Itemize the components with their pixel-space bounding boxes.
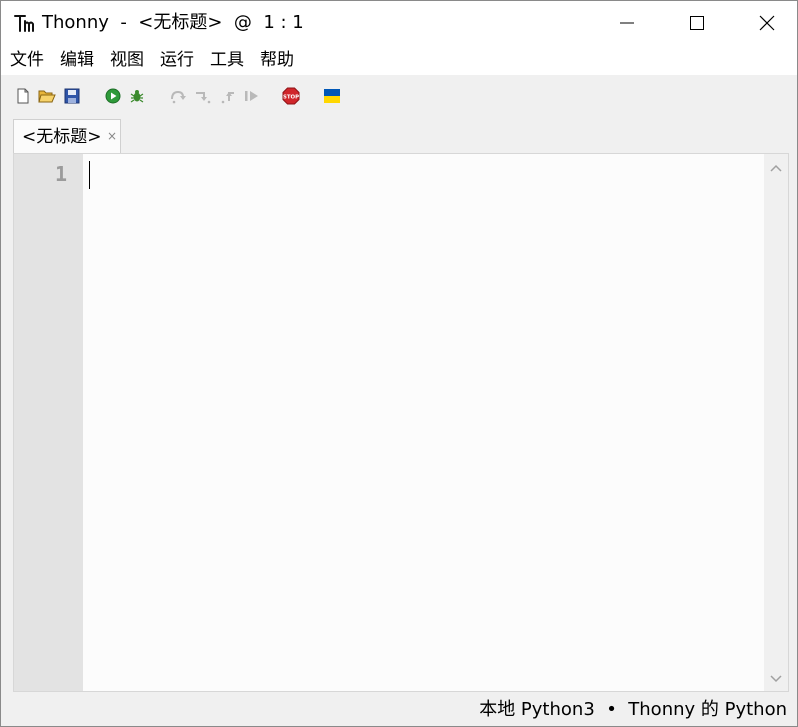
ukraine-flag-icon — [324, 89, 340, 103]
menu-run[interactable]: 运行 — [159, 49, 195, 71]
step-over-icon — [171, 90, 186, 104]
menu-edit[interactable]: 编辑 — [59, 49, 95, 71]
step-over-button[interactable] — [168, 86, 188, 106]
step-into-icon — [196, 92, 211, 104]
step-out-icon — [221, 92, 234, 104]
menu-bar: 文件 编辑 视图 运行 工具 帮助 — [1, 45, 797, 75]
menu-file[interactable]: 文件 — [9, 49, 45, 71]
text-caret — [89, 161, 90, 189]
scroll-up-arrow-icon[interactable] — [769, 162, 783, 174]
minimize-icon — [620, 22, 634, 24]
code-text-area[interactable] — [83, 154, 764, 691]
resume-icon — [245, 91, 258, 101]
ukraine-flag-button[interactable] — [322, 86, 342, 106]
line-number: 1 — [54, 162, 67, 186]
stop-button[interactable]: STOP — [281, 86, 301, 106]
maximize-icon — [690, 16, 704, 30]
maximize-button[interactable] — [662, 1, 732, 45]
new-file-button[interactable] — [13, 86, 33, 106]
step-into-button[interactable] — [193, 86, 213, 106]
interpreter-status[interactable]: 本地 Python3 • Thonny 的 Python — [479, 698, 787, 722]
scroll-down-arrow-icon[interactable] — [769, 673, 783, 685]
open-file-button[interactable] — [37, 86, 57, 106]
title-bar: Thonny - <无标题> @ 1 : 1 — [1, 1, 797, 45]
menu-view[interactable]: 视图 — [109, 49, 145, 71]
debug-icon — [130, 90, 144, 103]
minimize-button[interactable] — [592, 1, 662, 45]
window-title: Thonny - <无标题> @ 1 : 1 — [42, 12, 304, 33]
tab-label: <无标题> — [22, 127, 102, 147]
resume-button[interactable] — [242, 86, 262, 106]
code-editor: 1 — [13, 153, 789, 692]
toolbar: STOP — [1, 75, 797, 117]
close-button[interactable] — [732, 1, 798, 45]
close-icon — [759, 15, 775, 31]
stop-icon: STOP — [282, 87, 300, 105]
step-out-button[interactable] — [218, 86, 238, 106]
save-file-button[interactable] — [62, 86, 82, 106]
run-button[interactable] — [103, 86, 123, 106]
tab-untitled[interactable]: <无标题> × — [13, 119, 121, 153]
open-file-icon — [38, 90, 56, 103]
run-icon — [105, 88, 121, 104]
debug-button[interactable] — [127, 86, 147, 106]
vertical-scrollbar[interactable] — [764, 154, 788, 691]
new-file-icon — [17, 88, 29, 104]
menu-tools[interactable]: 工具 — [209, 49, 245, 71]
tab-close-icon[interactable]: × — [107, 128, 117, 144]
save-file-icon — [64, 88, 80, 104]
thonny-logo-icon — [14, 15, 34, 32]
menu-help[interactable]: 帮助 — [259, 49, 295, 71]
status-bar: 本地 Python3 • Thonny 的 Python — [1, 692, 797, 726]
editor-tab-bar: <无标题> × — [1, 117, 797, 153]
line-number-gutter: 1 — [14, 154, 83, 691]
stop-label: STOP — [283, 94, 299, 100]
thonny-window: Thonny - <无标题> @ 1 : 1 文件 编辑 视图 运行 工具 帮助 — [0, 0, 798, 727]
